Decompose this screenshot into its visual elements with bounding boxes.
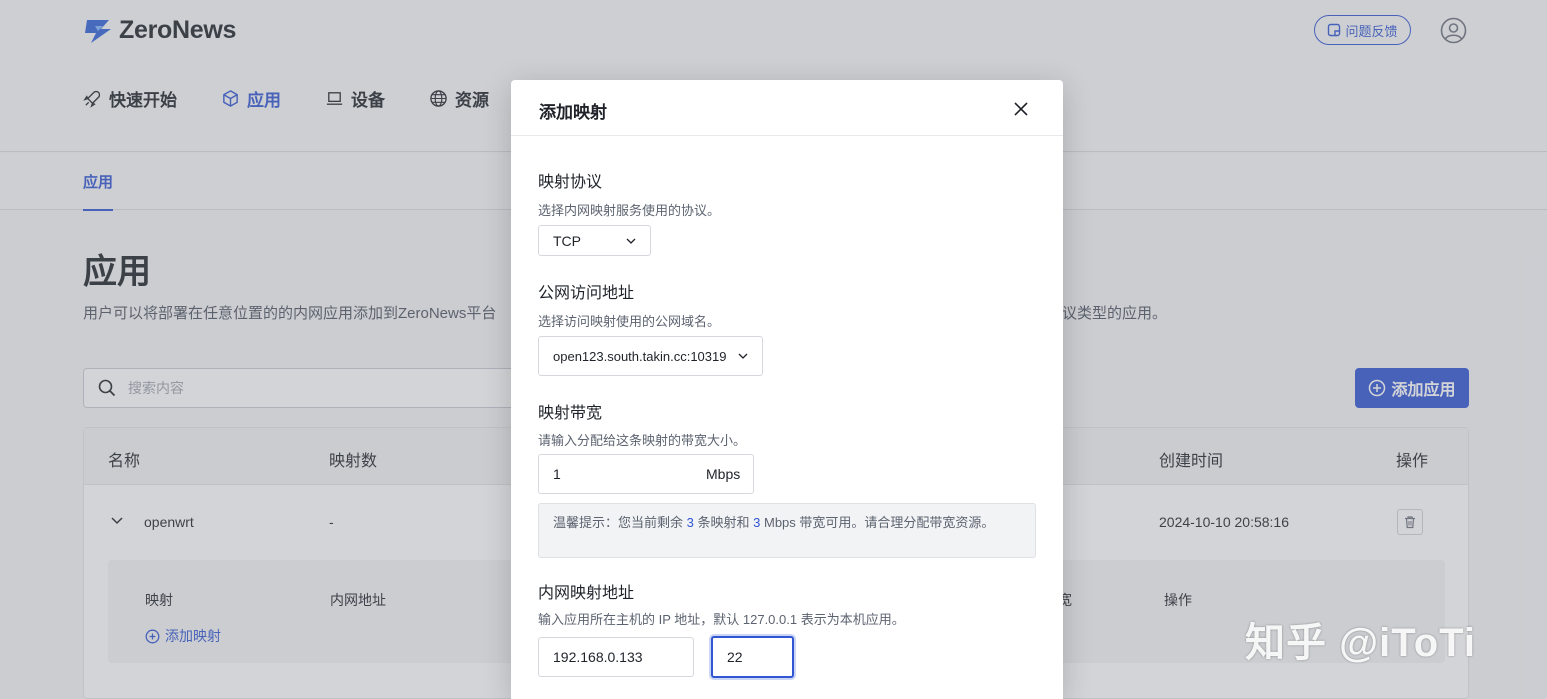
- internal-port-value: 22: [727, 649, 743, 665]
- bandwidth-label: 映射带宽: [538, 399, 602, 423]
- internal-ip-value: 192.168.0.133: [553, 649, 643, 665]
- bandwidth-input[interactable]: 1 Mbps: [538, 454, 754, 494]
- internal-addr-help: 输入应用所在主机的 IP 地址，默认 127.0.0.1 表示为本机应用。: [538, 609, 905, 628]
- protocol-select[interactable]: TCP: [538, 225, 651, 256]
- tip-mid2: Mbps 带宽可用。请合理分配带宽资源。: [764, 515, 994, 530]
- dialog-header: 添加映射: [511, 80, 1063, 136]
- internal-addr-label: 内网映射地址: [538, 579, 634, 603]
- quota-tip: 温馨提示：您当前剩余 3 条映射和 3 Mbps 带宽可用。请合理分配带宽资源。: [538, 503, 1036, 558]
- protocol-value: TCP: [553, 233, 581, 249]
- protocol-label: 映射协议: [538, 168, 602, 192]
- bandwidth-unit: Mbps: [706, 466, 740, 482]
- add-mapping-dialog: 添加映射 映射协议 选择内网映射服务使用的协议。 TCP 公网访问地址 选择访问…: [511, 80, 1063, 699]
- tip-prefix: 温馨提示：您当前剩余: [553, 515, 683, 530]
- chevron-down-icon: [625, 235, 637, 247]
- public-addr-help: 选择访问映射使用的公网域名。: [538, 311, 720, 330]
- bandwidth-help: 请输入分配给这条映射的带宽大小。: [538, 430, 746, 449]
- public-addr-value: open123.south.takin.cc:10319: [553, 349, 733, 364]
- close-icon[interactable]: [1011, 99, 1031, 119]
- public-addr-select[interactable]: open123.south.takin.cc:10319: [538, 336, 763, 376]
- tip-remaining-bandwidth: 3: [753, 515, 760, 530]
- tip-remaining-mappings: 3: [687, 515, 694, 530]
- public-addr-label: 公网访问地址: [538, 279, 634, 303]
- protocol-help: 选择内网映射服务使用的协议。: [538, 200, 720, 219]
- internal-ip-input[interactable]: 192.168.0.133: [538, 637, 694, 677]
- internal-port-input[interactable]: 22: [711, 636, 794, 678]
- watermark: 知乎 @iToTi: [1245, 610, 1476, 668]
- bandwidth-value: 1: [553, 466, 561, 482]
- chevron-down-icon: [737, 350, 749, 362]
- dialog-title: 添加映射: [539, 98, 607, 123]
- tip-mid1: 条映射和: [698, 515, 750, 530]
